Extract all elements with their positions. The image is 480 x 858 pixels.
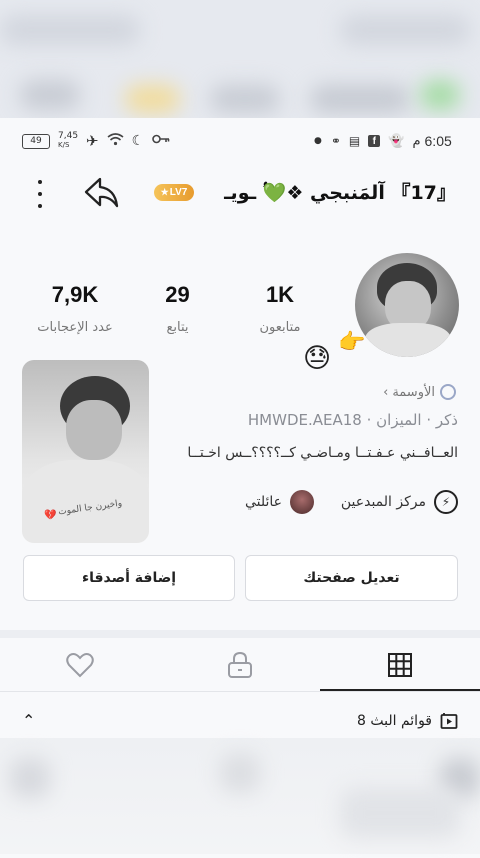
user-meta: HMWDE.AEA18 · ذكر · الميزان bbox=[247, 411, 458, 429]
followers-label: متابعون bbox=[259, 320, 301, 335]
wifi-icon bbox=[107, 132, 124, 150]
likes-label: عدد الإعجابات bbox=[37, 320, 113, 335]
user-gender: ذكر bbox=[435, 411, 458, 429]
blurred-content bbox=[0, 738, 480, 854]
tab-posts-grid[interactable] bbox=[360, 640, 440, 690]
dot-icon: ● bbox=[314, 136, 322, 146]
grid-icon bbox=[388, 653, 412, 677]
tab-private[interactable] bbox=[200, 640, 280, 690]
status-bar-left: 49 7,45 K/S ✈ ☾ bbox=[22, 130, 170, 152]
likes-stat[interactable]: 7,9K عدد الإعجابات bbox=[25, 282, 125, 335]
user-zodiac: الميزان bbox=[376, 411, 422, 429]
chevron-left-icon: ‹ bbox=[383, 384, 389, 400]
family-link[interactable]: عائلتي bbox=[232, 490, 314, 514]
badges-link[interactable]: ‹ الأوسمة bbox=[330, 384, 456, 400]
profile-username: 『17』 آلمَنبجي ❖💚ُ۟ ـويـ bbox=[224, 182, 456, 204]
following-stat[interactable]: 29 يتابع bbox=[145, 282, 210, 335]
likes-count: 7,9K bbox=[51, 282, 99, 307]
moon-icon: ☾ bbox=[131, 133, 145, 149]
share-button[interactable] bbox=[84, 176, 120, 214]
avatar[interactable] bbox=[355, 253, 459, 357]
net-speed: 7,45 K/S bbox=[58, 131, 79, 150]
chevron-up-icon: ⌃ bbox=[22, 711, 36, 730]
status-ampm: م bbox=[412, 133, 421, 149]
snapchat-icon: 👻 bbox=[388, 133, 405, 149]
section-divider bbox=[0, 630, 480, 638]
collapse-button[interactable]: ⌃ bbox=[22, 711, 35, 730]
heart-emoji: 💔 bbox=[44, 510, 57, 521]
lock-icon bbox=[228, 651, 252, 678]
followers-stat[interactable]: 1K متابعون bbox=[245, 282, 315, 335]
lightning-icon: ⚡ bbox=[434, 490, 458, 514]
status-bar-right: ● ⚭ ▤ f 👻 م 6:05 bbox=[314, 130, 452, 152]
following-count: 29 bbox=[165, 282, 190, 307]
key-icon bbox=[152, 133, 170, 149]
badge-icon bbox=[440, 384, 456, 400]
following-label: يتابع bbox=[166, 320, 189, 335]
add-friends-button[interactable]: إضافة أصدقاء bbox=[23, 555, 235, 601]
followers-count: 1K bbox=[265, 282, 295, 307]
share-icon bbox=[84, 177, 119, 208]
battery-icon: 49 bbox=[22, 133, 50, 149]
level-star-icon: ★ bbox=[160, 187, 169, 197]
more-options-button[interactable] bbox=[32, 180, 48, 208]
playlists-row[interactable]: 8 قوائم البث bbox=[330, 712, 458, 730]
app-icon: ⚭ bbox=[330, 134, 341, 148]
level-badge: ★ LV7 bbox=[154, 184, 194, 201]
side-photo[interactable]: واخيرن جا الموت 💔 bbox=[22, 360, 149, 543]
user-id: HMWDE.AEA18 bbox=[247, 411, 362, 429]
tab-liked[interactable] bbox=[40, 640, 120, 690]
family-avatar bbox=[290, 490, 314, 514]
status-time: 6:05 bbox=[424, 133, 452, 149]
airplane-icon: ✈ bbox=[86, 132, 99, 150]
edit-profile-button[interactable]: تعديل صفحتك bbox=[245, 555, 458, 601]
profile-bio: ﺍﻟﻌــﺎﻓــﻨﻲ ﻋـﻔـﺘــﺎ ﻭﻣـﺎﺿـﻲ ﻛــ؟؟؟؟ــﺲ … bbox=[187, 445, 458, 461]
tabs-divider bbox=[0, 691, 480, 692]
pointing-emoji: 👉 bbox=[338, 330, 366, 355]
playlist-icon bbox=[440, 713, 458, 729]
heart-icon bbox=[66, 653, 94, 678]
blurred-background bbox=[0, 0, 480, 120]
creator-center-link[interactable]: مركز المبدعين ⚡ bbox=[340, 490, 458, 514]
sad-emoji: 😓 bbox=[303, 343, 332, 374]
news-icon: ▤ bbox=[348, 134, 361, 148]
facebook-icon: f bbox=[368, 135, 381, 147]
